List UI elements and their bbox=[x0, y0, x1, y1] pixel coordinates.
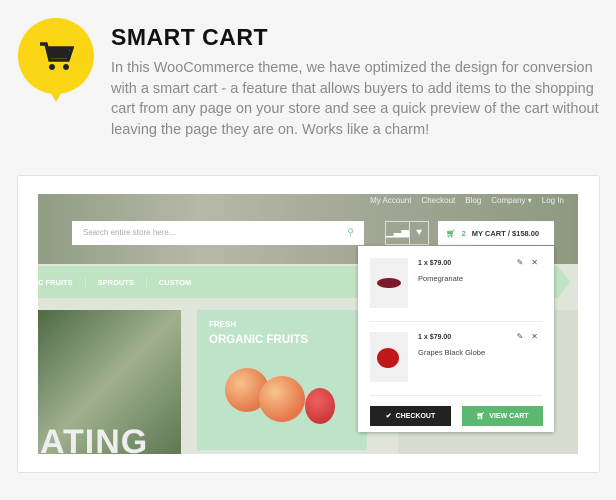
remove-icon[interactable]: ✕ bbox=[531, 332, 538, 341]
search-input[interactable]: Search entire store here... ⚲ bbox=[72, 221, 364, 245]
item-qty: 1 bbox=[418, 334, 422, 341]
edit-icon[interactable]: ✎ bbox=[517, 258, 524, 267]
item-qty: 1 bbox=[418, 260, 422, 267]
link-checkout[interactable]: Checkout bbox=[421, 196, 455, 205]
nav-custom[interactable]: CUSTOM bbox=[147, 278, 203, 287]
pomegranate-thumbnail bbox=[370, 258, 408, 308]
check-icon: ✔ bbox=[385, 413, 392, 420]
cart-icon: 🛒︎ bbox=[446, 228, 456, 238]
remove-icon[interactable]: ✕ bbox=[531, 258, 538, 267]
nav-organic-fruits[interactable]: C FRUITS bbox=[38, 277, 86, 287]
peach-image bbox=[259, 376, 305, 422]
item-name: Pomegranate bbox=[418, 274, 464, 283]
link-login[interactable]: Log In bbox=[542, 196, 564, 205]
feature-title: SMART CART bbox=[111, 24, 269, 50]
search-placeholder: Search entire store here... bbox=[83, 228, 176, 237]
smart-cart-badge bbox=[18, 18, 94, 102]
header-icons: ▁▃▅ ♥ bbox=[385, 221, 429, 245]
view-cart-button[interactable]: 🛒︎ VIEW CART bbox=[462, 406, 543, 426]
cart-item: 1 x $79.00 Pomegranate ✎ ✕ bbox=[370, 258, 542, 322]
search-icon[interactable]: ⚲ bbox=[347, 227, 354, 238]
nav-sprouts[interactable]: SPROUTS bbox=[86, 277, 147, 287]
compare-icon[interactable]: ▁▃▅ bbox=[386, 222, 411, 244]
item-qty-price: 1 x $79.00 bbox=[418, 260, 451, 267]
banner-text: ATING bbox=[40, 423, 149, 454]
item-price: x $79.00 bbox=[423, 334, 452, 341]
promo-title: ORGANIC FRUITS bbox=[209, 334, 309, 346]
strawberry-image bbox=[305, 388, 335, 424]
checkout-label: CHECKOUT bbox=[395, 412, 436, 420]
store-screenshot: My Account Checkout Blog Company ▾ Log I… bbox=[38, 194, 578, 454]
link-company[interactable]: Company ▾ bbox=[491, 196, 531, 205]
feature-description: In this WooCommerce theme, we have optim… bbox=[111, 60, 599, 138]
mini-cart-dropdown: 1 x $79.00 Pomegranate ✎ ✕ 1 x $79.00 Gra… bbox=[358, 246, 554, 432]
cart-count: 2 bbox=[461, 228, 466, 238]
link-blog[interactable]: Blog bbox=[465, 196, 481, 205]
promo-organic-fruits[interactable]: FRESH ORGANIC FRUITS bbox=[197, 310, 367, 450]
cart-label: MY CART / $158.00 bbox=[471, 228, 540, 238]
item-name: Grapes Black Globe bbox=[418, 348, 486, 357]
top-links: My Account Checkout Blog Company ▾ Log I… bbox=[370, 196, 564, 205]
link-my-account[interactable]: My Account bbox=[370, 196, 411, 205]
item-qty-price: 1 x $79.00 bbox=[418, 334, 451, 341]
shopping-cart-icon bbox=[40, 42, 74, 70]
checkout-button[interactable]: ✔ CHECKOUT bbox=[370, 406, 451, 426]
view-cart-label: VIEW CART bbox=[489, 412, 529, 420]
apple-thumbnail bbox=[370, 332, 408, 382]
cart-button[interactable]: 🛒︎ 2 MY CART / $158.00 bbox=[438, 221, 554, 245]
promo-tag: FRESH bbox=[209, 320, 237, 329]
edit-icon[interactable]: ✎ bbox=[517, 332, 524, 341]
cart-icon: 🛒︎ bbox=[476, 413, 486, 420]
item-price: x $79.00 bbox=[423, 260, 452, 267]
banner-image: ATING bbox=[38, 310, 181, 454]
cart-item: 1 x $79.00 Grapes Black Globe ✎ ✕ bbox=[370, 332, 542, 396]
heart-icon[interactable]: ♥ bbox=[410, 222, 428, 244]
